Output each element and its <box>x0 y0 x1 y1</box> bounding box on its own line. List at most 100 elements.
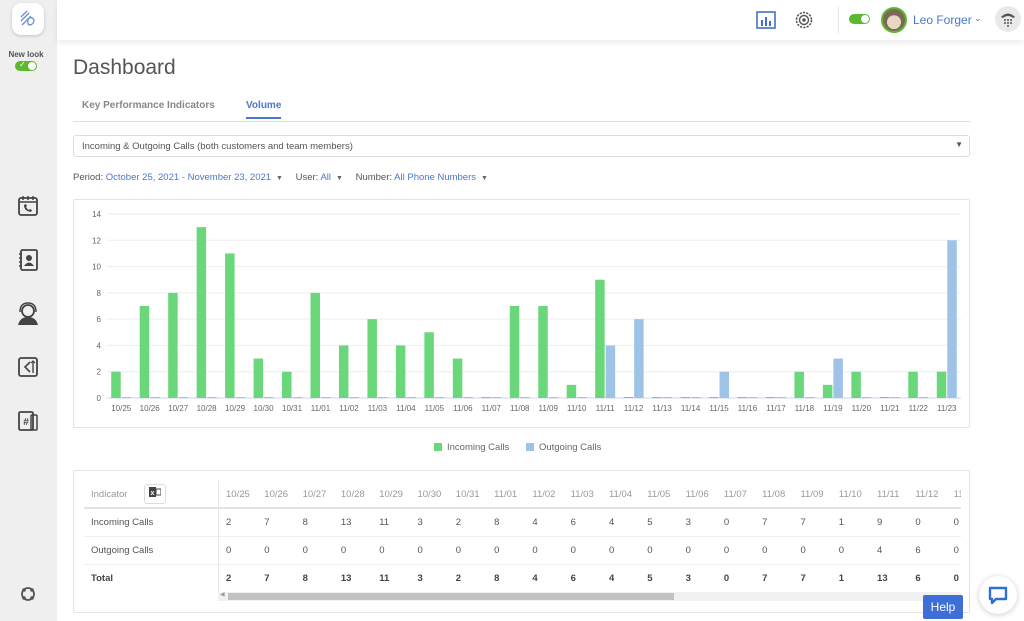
x-tick-label: 11/17 <box>766 404 786 413</box>
sidebar-bottom-settings[interactable] <box>14 580 42 608</box>
x-tick-label: 11/13 <box>652 404 672 413</box>
bar-incoming <box>595 279 605 398</box>
tab-key-performance-indicators[interactable]: Key Performance Indicators <box>82 100 215 117</box>
headset-agent-icon <box>18 302 38 325</box>
bar-outgoing <box>349 397 359 398</box>
scroll-left-arrow-icon[interactable]: ◀ <box>220 591 225 598</box>
caret-down-icon[interactable]: ▼ <box>336 175 343 182</box>
svg-text:#: # <box>23 417 29 428</box>
legend-item-incoming[interactable]: Incoming Calls <box>434 442 509 453</box>
gear-icon <box>795 11 813 29</box>
sidebar-item-call-routing[interactable] <box>14 353 42 381</box>
legend-swatch-outgoing <box>525 443 534 451</box>
new-look-toggle-group: New look ✓ <box>0 50 52 73</box>
table-cell: 4 <box>532 517 538 528</box>
bar-incoming <box>879 397 890 398</box>
table-cell: 4 <box>532 573 538 584</box>
dialpad-button[interactable] <box>995 6 1021 32</box>
x-tick-label: 11/07 <box>482 404 502 413</box>
new-look-toggle[interactable]: ✓ <box>15 60 37 71</box>
x-tick-label: 10/30 <box>254 404 275 413</box>
user-dropdown[interactable]: All <box>320 172 331 183</box>
bar-outgoing <box>577 397 587 398</box>
period-dropdown[interactable]: October 25, 2021 - November 23, 2021 <box>106 172 271 183</box>
table-cell: 11/11 <box>877 489 900 500</box>
sidebar-item-contacts[interactable] <box>14 246 42 274</box>
y-tick-label: 8 <box>97 289 102 298</box>
chevron-down-icon[interactable]: ⌄ <box>974 13 982 24</box>
app-logo[interactable] <box>12 3 44 35</box>
settings-button[interactable] <box>793 9 815 31</box>
bar-outgoing <box>264 397 274 398</box>
bar-incoming <box>851 371 861 398</box>
bar-incoming <box>680 397 691 398</box>
bar-incoming <box>424 332 434 398</box>
sidebar: New look ✓ # <box>0 0 57 621</box>
number-dropdown[interactable]: All Phone Numbers <box>394 172 476 183</box>
bar-incoming <box>395 345 406 398</box>
availability-toggle[interactable] <box>849 14 870 24</box>
sidebar-item-phone-numbers[interactable]: # <box>14 407 42 435</box>
tab-volume[interactable]: Volume <box>246 100 282 119</box>
table-cell: 0 <box>723 545 730 556</box>
user-label: User: <box>295 172 319 183</box>
scrollbar-thumb[interactable] <box>228 593 674 600</box>
x-tick-label: 11/02 <box>339 404 359 413</box>
bar-incoming <box>566 384 577 398</box>
bar-incoming <box>282 371 292 398</box>
chat-button[interactable] <box>979 576 1017 614</box>
table-cell: 3 <box>685 517 691 528</box>
bar-outgoing <box>150 397 160 398</box>
settings-bubble-icon <box>21 587 35 601</box>
table-cell: 11/12 <box>915 489 939 500</box>
table-cell: 0 <box>647 545 653 556</box>
y-tick-label: 6 <box>97 315 102 324</box>
legend-label-incoming: Incoming Calls <box>447 442 510 453</box>
table-cell: 8 <box>494 517 500 528</box>
hashtag-phone-icon: # <box>18 411 38 431</box>
table-cell: 10/26 <box>264 489 289 500</box>
bar-outgoing <box>662 397 673 398</box>
excel-export-button[interactable]: x <box>144 484 167 505</box>
table-cell: 10/28 <box>340 489 365 500</box>
report-type-select[interactable]: Incoming & Outgoing Calls (both customer… <box>73 135 970 157</box>
user-name[interactable]: Leo Forger <box>913 13 972 27</box>
table-cell: 3 <box>417 517 423 528</box>
legend-item-outgoing[interactable]: Outgoing Calls <box>525 442 601 453</box>
table-cell: 6 <box>915 545 921 556</box>
routing-icon <box>18 357 38 377</box>
table-cell: 8 <box>302 573 308 584</box>
x-tick-label: 11/19 <box>823 404 843 413</box>
table-cell: 0 <box>226 545 232 556</box>
bar-outgoing <box>748 397 758 398</box>
sidebar-item-support-agent[interactable] <box>14 300 42 328</box>
x-tick-label: 11/11 <box>596 404 615 413</box>
table-cell: 3 <box>417 573 423 584</box>
x-tick-label: 11/09 <box>539 404 559 413</box>
table-cell: 11/10 <box>838 489 862 500</box>
x-tick-label: 11/14 <box>681 404 701 413</box>
volume-chart-card: 0 2 4 6 8 10 12 14 10/25 10/26 10/27 10/28 10/29 10/3… <box>73 199 970 428</box>
help-button[interactable]: Help <box>923 595 963 619</box>
sidebar-item-call-history[interactable] <box>14 192 42 220</box>
bar-outgoing <box>463 397 473 398</box>
caret-down-icon[interactable]: ▼ <box>481 175 488 182</box>
avatar[interactable] <box>881 7 907 33</box>
x-tick-label: 10/28 <box>197 404 218 413</box>
table-cell: 9 <box>877 517 883 528</box>
bar-outgoing <box>605 345 616 398</box>
table-cell: 11/09 <box>800 489 824 500</box>
table-scroll-area[interactable]: 10/25 10/26 10/27 10/28 10/29 10/30 10/31 11/01… <box>218 481 961 593</box>
caret-down-icon: ▼ <box>955 140 963 149</box>
table-row-labels: Indicator x Incoming Calls Outgoing Call… <box>84 481 218 593</box>
bar-outgoing <box>406 397 416 398</box>
table-cell: 10/29 <box>379 489 403 500</box>
table-cell: 11/08 <box>762 489 786 500</box>
table-horizontal-scrollbar[interactable]: ◀ <box>218 592 961 601</box>
table-cell: 6 <box>570 517 576 528</box>
x-tick-label: 11/23 <box>937 404 957 413</box>
dashboard-button[interactable] <box>755 9 777 31</box>
table-cell: 0 <box>838 545 845 556</box>
table-cell: 0 <box>570 545 576 556</box>
caret-down-icon[interactable]: ▼ <box>276 175 283 182</box>
